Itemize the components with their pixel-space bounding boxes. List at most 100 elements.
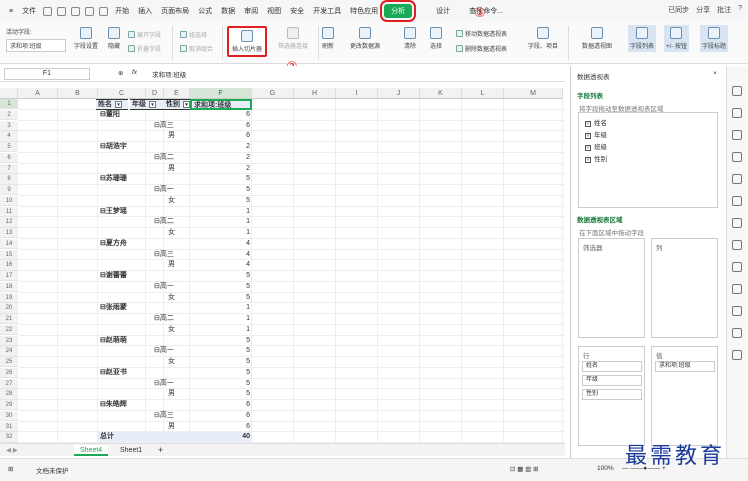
undo-icon[interactable] xyxy=(85,6,95,16)
row-header[interactable]: 4 xyxy=(0,131,18,142)
table-icon[interactable] xyxy=(732,130,742,140)
cell-icon[interactable] xyxy=(732,240,742,250)
columns-area[interactable]: 列 xyxy=(651,238,718,338)
pivot-gender-cell[interactable]: 女 xyxy=(168,228,175,238)
pivot-value-cell[interactable]: 5 xyxy=(190,346,250,356)
menu-item-devtools[interactable]: 开发工具 xyxy=(310,4,344,18)
pivot-grade-cell[interactable]: ⊟高三 xyxy=(154,250,174,260)
collapse-field-button[interactable]: 折叠字段 xyxy=(128,44,161,53)
row-header[interactable]: 2 xyxy=(0,109,18,121)
pivot-name-cell[interactable]: ⊟谢蕾蕾 xyxy=(100,271,127,281)
column-header[interactable]: E xyxy=(164,88,190,99)
row-header[interactable]: 5 xyxy=(0,142,18,153)
sheet-tab-sheet1[interactable]: Sheet1 xyxy=(114,445,148,456)
column-header[interactable]: K xyxy=(420,88,462,99)
insert-slicer-button[interactable]: 插入切片器 xyxy=(227,26,268,57)
row-header[interactable]: 11 xyxy=(0,206,18,217)
ungroup-button[interactable]: 取消组合 xyxy=(180,44,213,53)
row-header[interactable]: 32 xyxy=(0,432,18,443)
fields-items-button[interactable]: 字段、项目 xyxy=(528,27,558,50)
pivot-gender-cell[interactable]: 男 xyxy=(168,131,175,141)
field-grade[interactable]: ✓ 年级 xyxy=(585,129,607,139)
zoom-level[interactable]: 100% xyxy=(597,465,614,472)
clear-button[interactable]: 清除 xyxy=(404,27,416,50)
field-list-toggle[interactable]: 字段列表 xyxy=(628,25,657,52)
list-icon[interactable] xyxy=(732,350,742,360)
column-header[interactable]: B xyxy=(58,88,98,99)
pivot-value-cell[interactable]: 5 xyxy=(190,389,250,399)
filter-connection-button[interactable]: 筛选器连接 xyxy=(278,27,308,50)
pivot-value-cell[interactable]: 40 xyxy=(190,432,250,442)
row-header[interactable]: 8 xyxy=(0,174,18,185)
row-field-gender[interactable]: 性别 xyxy=(582,389,642,400)
search-command[interactable]: 查找命令... xyxy=(466,4,506,18)
menu-item-view[interactable]: 视图 xyxy=(264,4,284,18)
column-header[interactable]: A xyxy=(18,88,58,99)
move-pivot-button[interactable]: 移动数据透视表 xyxy=(456,29,507,38)
menu-item-home[interactable]: 开始 xyxy=(112,4,132,18)
pivot-value-cell[interactable]: 5 xyxy=(190,379,250,389)
comment-button[interactable]: 批注 xyxy=(717,5,731,15)
row-header[interactable]: 19 xyxy=(0,292,18,303)
cursor-icon[interactable] xyxy=(732,86,742,96)
row-header[interactable]: 26 xyxy=(0,367,18,379)
spreadsheet-grid[interactable]: A B C D E F G H I J K L M 1 2 3 4 5 6 7 8 9 10 11 12 13 14 15 16 17 18… xyxy=(0,88,565,443)
row-header[interactable]: 30 xyxy=(0,410,18,422)
pivot-value-cell[interactable]: 4 xyxy=(190,239,250,249)
field-class[interactable]: ✓ 班级 xyxy=(585,141,607,151)
menu-item-layout[interactable]: 页面布局 xyxy=(158,4,192,18)
help-icon[interactable]: ? xyxy=(738,5,742,15)
pivot-value-cell[interactable]: 6 xyxy=(190,131,250,141)
column-header[interactable]: G xyxy=(252,88,294,99)
pivot-value-cell[interactable]: 5 xyxy=(190,271,250,281)
pivot-value-cell[interactable]: 6 xyxy=(190,121,250,131)
pivot-value-cell[interactable]: 2 xyxy=(190,142,250,152)
pivot-value-cell[interactable]: 6 xyxy=(190,411,250,421)
column-header[interactable]: J xyxy=(378,88,420,99)
pivot-header-cell[interactable]: 求和项:班级 xyxy=(190,99,252,110)
pivot-gender-cell[interactable]: 男 xyxy=(168,164,175,174)
row-header[interactable]: 25 xyxy=(0,357,18,368)
row-header[interactable]: 10 xyxy=(0,195,18,207)
delete-pivot-button[interactable]: 删除数据透视表 xyxy=(456,44,507,53)
row-header[interactable]: 22 xyxy=(0,324,18,336)
menu-item-special[interactable]: 特色应用 xyxy=(347,4,381,18)
pivot-value-cell[interactable]: 6 xyxy=(190,400,250,410)
pivot-value-cell[interactable]: 5 xyxy=(190,357,250,367)
filter-dropdown-icon[interactable]: ▾ xyxy=(115,100,122,108)
row-header[interactable]: 23 xyxy=(0,335,18,346)
menu-item-formula[interactable]: 公式 xyxy=(195,4,215,18)
row-header[interactable]: 13 xyxy=(0,228,18,239)
pivot-value-cell[interactable]: 5 xyxy=(190,293,250,303)
pivot-value-cell[interactable]: 2 xyxy=(190,153,250,163)
column-header[interactable]: I xyxy=(336,88,378,99)
group-selection-button[interactable]: 组选择 xyxy=(180,30,207,39)
pivot-grade-cell[interactable]: ⊟高三 xyxy=(154,411,174,421)
name-box[interactable]: F1 xyxy=(4,68,90,80)
column-header[interactable]: L xyxy=(462,88,504,99)
pivot-header-cell[interactable]: 姓名 ▾ xyxy=(96,99,128,110)
value-field-sum-class[interactable]: 求和项:班级 xyxy=(655,361,715,372)
preview-icon[interactable] xyxy=(71,6,81,16)
filter-area[interactable]: 筛选器 xyxy=(578,238,645,338)
column-header[interactable]: D xyxy=(146,88,164,99)
pivot-gender-cell[interactable]: 女 xyxy=(168,325,175,335)
grid-icon[interactable] xyxy=(732,328,742,338)
hide-button[interactable]: 隐藏 xyxy=(108,27,120,50)
menu-item-review[interactable]: 审阅 xyxy=(241,4,261,18)
pivot-value-cell[interactable]: 5 xyxy=(190,282,250,292)
row-header[interactable]: 27 xyxy=(0,378,18,389)
pivot-grade-cell[interactable]: ⊟高一 xyxy=(154,185,174,195)
protect-status[interactable]: 文档未保护 xyxy=(36,465,69,475)
row-header[interactable]: 24 xyxy=(0,346,18,357)
view-mode-icons[interactable]: ⊡ ▦ ▥ ⊞ xyxy=(510,465,539,473)
pivot-grade-cell[interactable]: ⊟高一 xyxy=(154,282,174,292)
pivot-value-cell[interactable]: 1 xyxy=(190,303,250,313)
row-header[interactable]: 14 xyxy=(0,238,18,250)
pivot-value-cell[interactable]: 5 xyxy=(190,185,250,195)
row-header[interactable]: 1 xyxy=(0,99,18,110)
field-headers-toggle[interactable]: 字段标题 xyxy=(700,25,729,52)
row-header[interactable]: 15 xyxy=(0,249,18,260)
filter-dropdown-icon[interactable]: ▾ xyxy=(149,100,156,108)
values-area[interactable]: 值 求和项:班级 xyxy=(651,346,718,446)
